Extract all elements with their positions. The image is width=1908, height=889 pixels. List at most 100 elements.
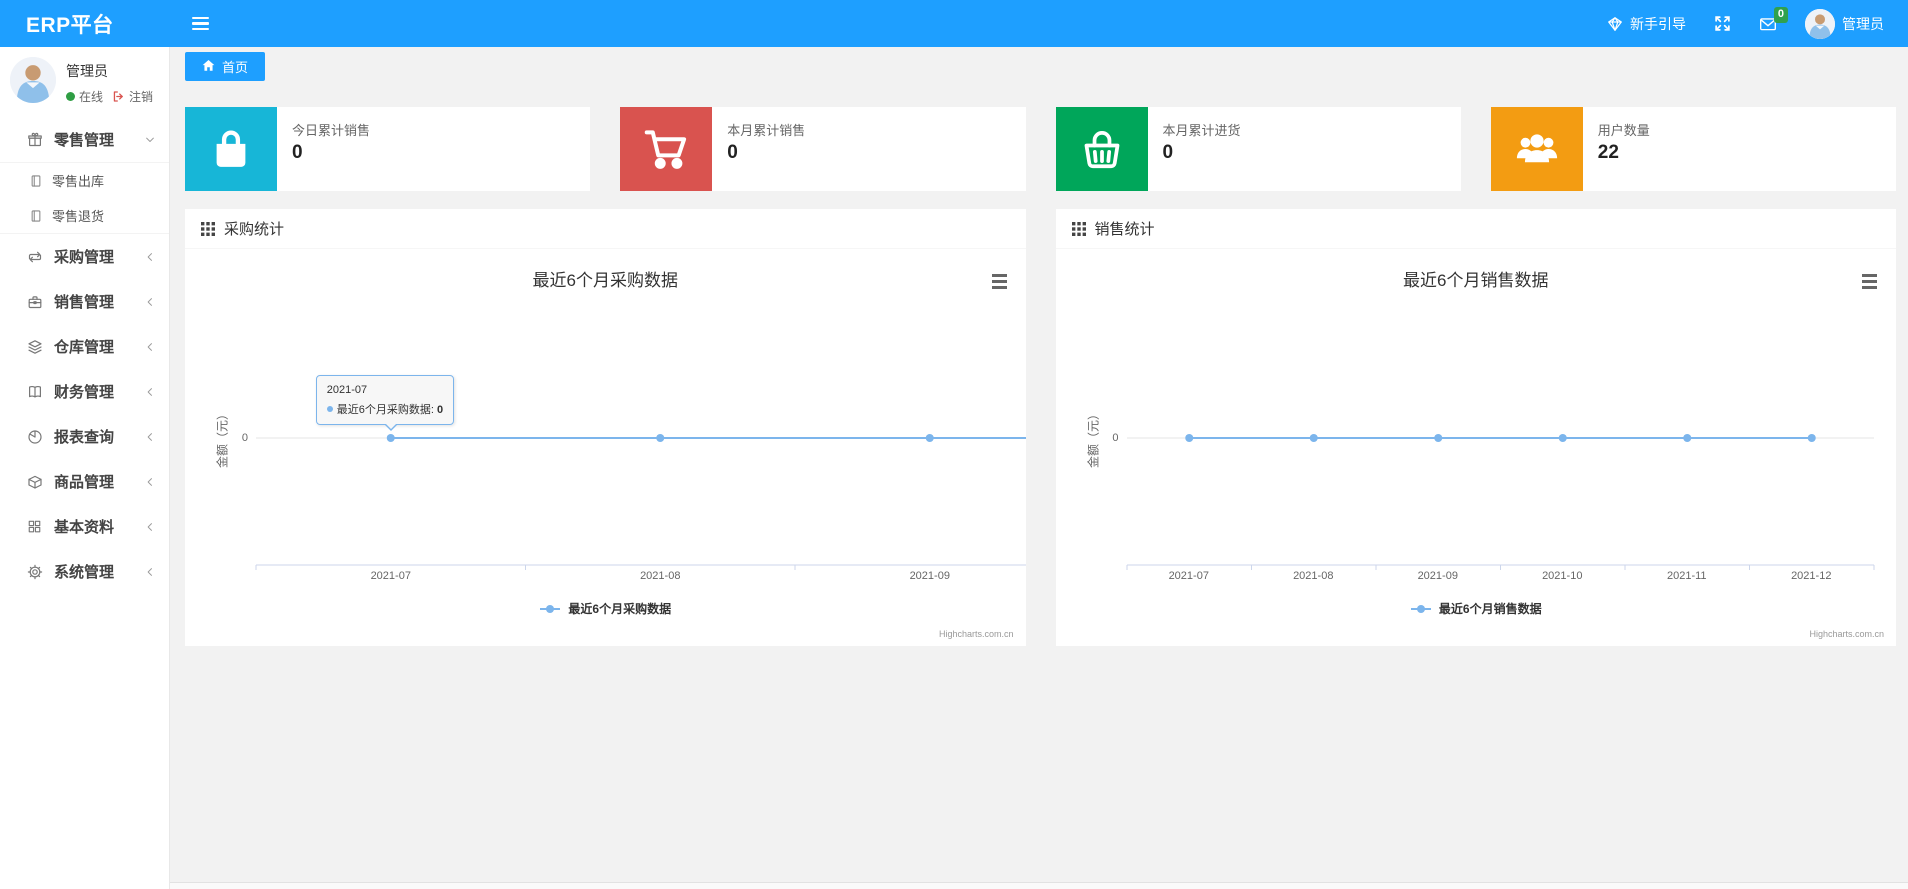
user-name: 管理员: [66, 63, 108, 79]
chart-panel: 销售统计 最近6个月销售数据 金额（元） 最近6个月销售数据 Highchart…: [1055, 209, 1897, 646]
file-icon: [29, 209, 43, 223]
user-menu[interactable]: 管理员: [1805, 8, 1884, 39]
chart-x-tick: 2021-11: [1666, 570, 1707, 582]
sidebar-item-label: 基本资料: [54, 519, 115, 536]
chevron-left-icon: [144, 521, 156, 533]
avatar: [1805, 8, 1835, 39]
user-avatar[interactable]: [10, 57, 56, 103]
highcharts-credits[interactable]: Highcharts.com.cn: [1809, 629, 1884, 639]
users-icon: [1490, 107, 1583, 191]
logout-link[interactable]: 注销: [129, 88, 153, 105]
messages-button[interactable]: 0: [1759, 6, 1788, 32]
tab-bar: 首页: [170, 47, 1908, 85]
main-content: 首页 今日累计销售 0 本月累计销售 0 本月累计进货 0 用户数量 22 采购…: [170, 47, 1908, 889]
grid9-icon: [201, 221, 215, 236]
fullscreen-button[interactable]: [1714, 15, 1731, 32]
sidebar-item-gift[interactable]: 零售管理: [0, 117, 169, 162]
sidebar-item-repeat[interactable]: 采购管理: [0, 234, 169, 279]
chart-y-tick: 0: [241, 432, 248, 444]
panel-title: 采购统计: [224, 221, 285, 238]
chart-panel: 采购统计 最近6个月采购数据 金额（元） 最近6个月采购数据 Highchart…: [185, 209, 1026, 646]
sidebar-item-label: 报表查询: [54, 429, 115, 446]
logout-icon: [112, 90, 125, 103]
stat-card-value: 22: [1597, 142, 1619, 163]
chart-y-tick: 0: [1112, 432, 1119, 444]
pie-icon: [27, 429, 43, 445]
stat-card-value: 0: [292, 142, 303, 163]
app-brand[interactable]: ERP平台: [0, 9, 114, 39]
gift-icon: [27, 132, 43, 148]
gear-icon: [27, 564, 43, 580]
book-icon: [27, 384, 43, 400]
chart-y-axis-title: 金额（元）: [215, 407, 230, 469]
stat-card: 本月累计进货 0: [1055, 107, 1461, 191]
sidebar-item-grid[interactable]: 基本资料: [0, 504, 169, 549]
tab-home[interactable]: 首页: [185, 52, 266, 81]
sidebar-item-pie[interactable]: 报表查询: [0, 414, 169, 459]
sidebar-item-label: 财务管理: [54, 384, 115, 401]
sidebar-item-box[interactable]: 商品管理: [0, 459, 169, 504]
chart-x-tick: 2021-09: [909, 570, 950, 582]
basket-icon: [1055, 107, 1148, 191]
stat-cards-row: 今日累计销售 0 本月累计销售 0 本月累计进货 0 用户数量 22: [170, 85, 1908, 191]
chevron-left-icon: [144, 296, 156, 308]
stat-card-label: 本月累计进货: [1162, 123, 1241, 138]
sidebar-toggle-icon[interactable]: [186, 11, 215, 37]
sidebar-item-briefcase[interactable]: 销售管理: [0, 279, 169, 324]
sidebar-item-label: 系统管理: [54, 564, 115, 581]
stat-card-label: 今日累计销售: [292, 123, 371, 138]
series-dot-icon: [326, 406, 333, 412]
stat-card-value: 0: [1162, 142, 1174, 163]
chart-legend-label: 最近6个月采购数据: [568, 602, 672, 616]
sidebar-item-label: 销售管理: [54, 294, 115, 311]
chart-x-tick: 2021-08: [1293, 570, 1334, 582]
sidebar-subitem-label: 零售出库: [52, 174, 105, 189]
sidebar-submenu-item[interactable]: 零售退货: [0, 198, 169, 233]
tooltip-value: 0: [436, 404, 444, 416]
highcharts-credits[interactable]: Highcharts.com.cn: [939, 629, 1014, 639]
chart-legend[interactable]: 最近6个月销售数据: [1056, 600, 1897, 617]
chart-context-menu-icon[interactable]: [1859, 271, 1880, 292]
bottom-scrollbar-track[interactable]: [170, 882, 1908, 889]
bag-icon: [185, 107, 277, 191]
grid9-icon: [1071, 221, 1086, 236]
sidebar: 管理员 在线 注销 零售管理 零售出库 零售退货 采购管理 销售管理 仓库管理 …: [0, 47, 170, 889]
sidebar-menu: 零售管理 零售出库 零售退货 采购管理 销售管理 仓库管理 财务管理 报表查询 …: [0, 117, 169, 594]
guide-label: 新手引导: [1630, 15, 1686, 32]
stat-card-value: 0: [727, 142, 738, 163]
chart-x-tick: 2021-09: [1417, 570, 1458, 582]
stat-card-label: 用户数量: [1597, 123, 1650, 138]
online-status: 在线: [79, 90, 104, 104]
sidebar-item-label: 采购管理: [54, 249, 115, 266]
stat-card: 今日累计销售 0: [185, 107, 591, 191]
guide-link[interactable]: 新手引导: [1607, 14, 1686, 34]
chart-title: 最近6个月销售数据: [1403, 271, 1549, 290]
username-label: 管理员: [1842, 15, 1884, 32]
file-icon: [29, 174, 43, 188]
message-badge: 0: [1773, 6, 1788, 23]
sidebar-item-label: 商品管理: [54, 474, 115, 491]
stat-card: 用户数量 22: [1490, 107, 1896, 191]
sidebar-subitem-label: 零售退货: [52, 209, 105, 224]
sidebar-item-gear[interactable]: 系统管理: [0, 549, 169, 594]
top-navbar: ERP平台 新手引导 0 管理员: [0, 0, 1908, 47]
tooltip-category: 2021-07: [326, 384, 368, 396]
chart-legend[interactable]: 最近6个月采购数据: [185, 600, 1026, 617]
chart-area: 最近6个月采购数据 金额（元） 最近6个月采购数据 Highcharts.com…: [185, 249, 1026, 646]
sidebar-submenu-item[interactable]: 零售出库: [0, 163, 169, 198]
chart-context-menu-icon[interactable]: [989, 271, 1010, 292]
sidebar-submenu: 零售出库 零售退货: [0, 162, 169, 234]
chart-tooltip: 2021-07 最近6个月采购数据: 0: [315, 375, 455, 431]
briefcase-icon: [27, 294, 43, 310]
fullscreen-icon: [1714, 15, 1731, 32]
sidebar-item-label: 仓库管理: [54, 339, 115, 356]
grid-icon: [27, 519, 43, 535]
repeat-icon: [27, 249, 43, 265]
chevron-left-icon: [144, 341, 156, 353]
stat-card: 本月累计销售 0: [620, 107, 1026, 191]
chevron-left-icon: [144, 251, 156, 263]
sidebar-item-book[interactable]: 财务管理: [0, 369, 169, 414]
sidebar-item-layers[interactable]: 仓库管理: [0, 324, 169, 369]
box-icon: [27, 474, 43, 490]
sidebar-user-panel: 管理员 在线 注销: [0, 47, 169, 117]
